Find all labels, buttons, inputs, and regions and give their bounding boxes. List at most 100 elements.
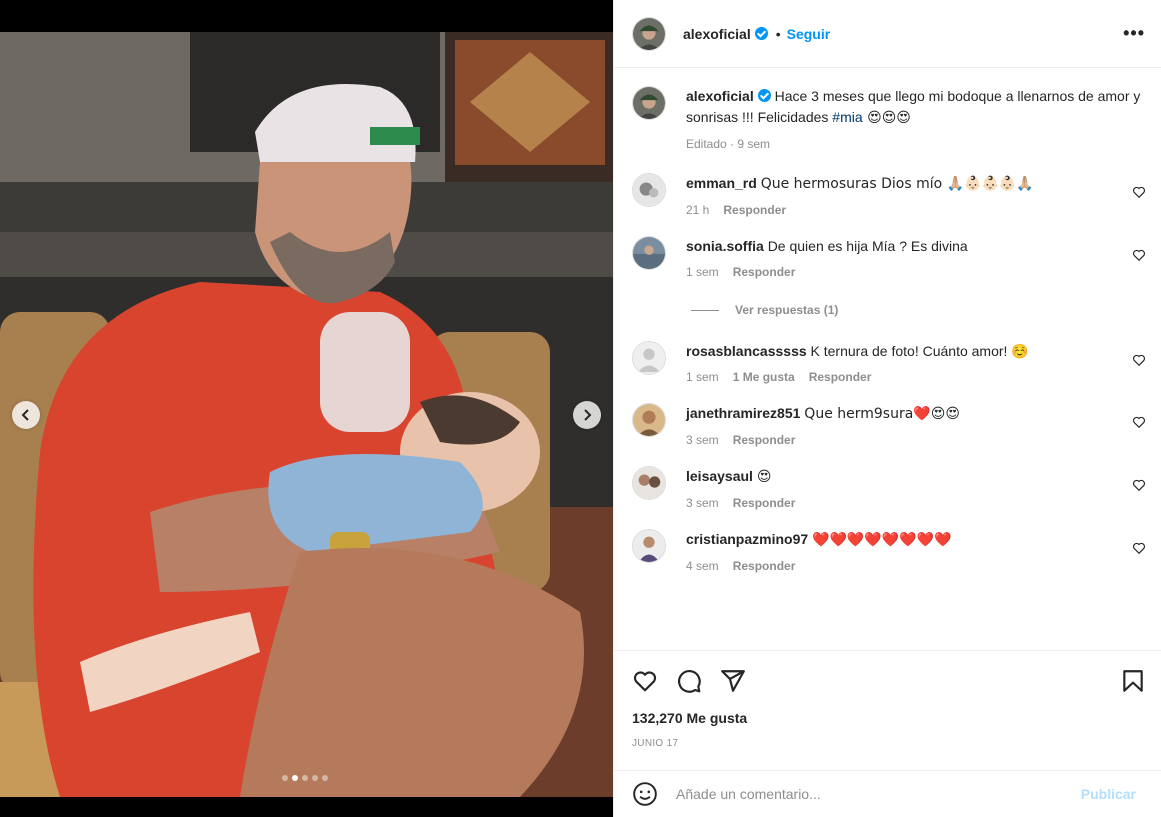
comment-username[interactable]: cristianpazmino97 bbox=[686, 531, 808, 547]
carousel-dot bbox=[312, 775, 318, 781]
photo-father-feeding-baby bbox=[0, 32, 613, 797]
comment-meta: 1 sem Responder bbox=[686, 265, 1116, 279]
carousel-next-button[interactable] bbox=[573, 401, 601, 429]
carousel-dot-active bbox=[292, 775, 298, 781]
send-icon[interactable] bbox=[720, 668, 746, 694]
comment-text: leisaysaul 😍 bbox=[686, 466, 1116, 488]
comment-row: emman_rd Que hermosuras Dios mío 🙏🏼👶🏻👶🏻👶… bbox=[632, 173, 1146, 217]
caption-emoji: 😍😍😍 bbox=[862, 110, 911, 126]
comment-username[interactable]: leisaysaul bbox=[686, 468, 753, 484]
caption-edited-time: Editado · 9 sem bbox=[686, 137, 771, 151]
view-replies-button[interactable]: Ver respuestas (1) bbox=[691, 303, 1146, 317]
carousel-prev-button[interactable] bbox=[12, 401, 40, 429]
reply-button[interactable]: Responder bbox=[733, 559, 796, 573]
comment-meta: 21 h Responder bbox=[686, 203, 1116, 217]
comment-time: 4 sem bbox=[686, 559, 719, 573]
comment-body: 😍 bbox=[756, 469, 772, 485]
comment-row: cristianpazmino97 ❤️❤️❤️❤️❤️❤️❤️❤️ 4 sem… bbox=[632, 529, 1146, 573]
comment-body: De quien es hija Mía ? Es divina bbox=[767, 238, 968, 254]
chevron-right-icon bbox=[584, 409, 592, 421]
smiley-icon[interactable] bbox=[632, 781, 658, 807]
more-options-button[interactable]: ••• bbox=[1123, 23, 1145, 44]
comment-body: Que herm9sura❤️😍😍 bbox=[804, 406, 960, 422]
publish-button[interactable]: Publicar bbox=[1081, 786, 1136, 802]
comment-username[interactable]: sonia.soffia bbox=[686, 238, 764, 254]
action-icons bbox=[632, 651, 1146, 711]
comment-like-heart-icon[interactable] bbox=[1132, 478, 1146, 492]
caption-username[interactable]: alexoficial bbox=[686, 88, 754, 104]
reply-button[interactable]: Responder bbox=[733, 433, 796, 447]
comment-meta: 1 sem 1 Me gusta Responder bbox=[686, 370, 1116, 384]
separator-bullet: • bbox=[775, 25, 781, 42]
comment-username[interactable]: janethramirez851 bbox=[686, 405, 800, 421]
heart-icon[interactable] bbox=[632, 668, 658, 694]
post-media bbox=[0, 0, 613, 817]
reply-button[interactable]: Responder bbox=[809, 370, 872, 384]
comment-time: 3 sem bbox=[686, 496, 719, 510]
post-date[interactable]: JUNIO 17 bbox=[632, 738, 1146, 749]
caption-text: alexoficial Hace 3 meses que llego mi bo… bbox=[686, 86, 1146, 129]
follow-button[interactable]: Seguir bbox=[787, 26, 831, 42]
comment-like-heart-icon[interactable] bbox=[1132, 415, 1146, 429]
comment-like-heart-icon[interactable] bbox=[1132, 541, 1146, 555]
commenter-avatar[interactable] bbox=[632, 341, 666, 375]
comment-like-heart-icon[interactable] bbox=[1132, 185, 1146, 199]
caption-meta: Editado · 9 sem bbox=[686, 137, 1146, 151]
likes-count[interactable]: 132,270 Me gusta bbox=[632, 710, 1146, 726]
commenter-avatar[interactable] bbox=[632, 529, 666, 563]
reply-button[interactable]: Responder bbox=[723, 203, 786, 217]
hashtag-link[interactable]: #mia bbox=[832, 109, 862, 125]
author-avatar[interactable] bbox=[632, 86, 666, 120]
verified-badge-icon bbox=[757, 89, 771, 102]
post-side-panel: alexoficial • Seguir ••• alexoficial Hac… bbox=[613, 0, 1161, 817]
comment-time: 1 sem bbox=[686, 370, 719, 384]
add-comment-bar: Publicar bbox=[614, 770, 1161, 817]
carousel-dot bbox=[322, 775, 328, 781]
carousel-dots bbox=[282, 775, 328, 781]
comment-row: sonia.soffia De quien es hija Mía ? Es d… bbox=[632, 236, 1146, 279]
comment-icon[interactable] bbox=[676, 668, 702, 694]
chevron-left-icon bbox=[21, 409, 29, 421]
post-header: alexoficial • Seguir ••• bbox=[614, 0, 1161, 68]
comment-meta: 3 sem Responder bbox=[686, 496, 1116, 510]
replies-line bbox=[691, 309, 719, 311]
commenter-avatar[interactable] bbox=[632, 466, 666, 500]
comment-text: emman_rd Que hermosuras Dios mío 🙏🏼👶🏻👶🏻👶… bbox=[686, 173, 1116, 195]
comment-text: sonia.soffia De quien es hija Mía ? Es d… bbox=[686, 236, 1116, 257]
comment-row: rosasblancasssss K ternura de foto! Cuán… bbox=[632, 341, 1146, 384]
comment-time: 21 h bbox=[686, 203, 710, 217]
commenter-avatar[interactable] bbox=[632, 403, 666, 437]
comment-like-heart-icon[interactable] bbox=[1132, 248, 1146, 262]
comment-row: janethramirez851 Que herm9sura❤️😍😍 3 sem… bbox=[632, 403, 1146, 447]
comment-username[interactable]: emman_rd bbox=[686, 175, 757, 191]
post-photo[interactable] bbox=[0, 32, 613, 797]
comment-body: ❤️❤️❤️❤️❤️❤️❤️❤️ bbox=[812, 532, 952, 548]
comment-time: 3 sem bbox=[686, 433, 719, 447]
comment-input[interactable] bbox=[676, 786, 1081, 802]
reply-button[interactable]: Responder bbox=[733, 265, 796, 279]
reply-button[interactable]: Responder bbox=[733, 496, 796, 510]
comment-meta: 3 sem Responder bbox=[686, 433, 1116, 447]
comment-username[interactable]: rosasblancasssss bbox=[686, 343, 807, 359]
verified-badge-icon bbox=[754, 27, 768, 40]
comment-meta: 4 sem Responder bbox=[686, 559, 1116, 573]
comments-list: alexoficial Hace 3 meses que llego mi bo… bbox=[614, 69, 1161, 650]
post-actions: 132,270 Me gusta JUNIO 17 bbox=[614, 650, 1161, 749]
comment-time: 1 sem bbox=[686, 265, 719, 279]
commenter-avatar[interactable] bbox=[632, 173, 666, 207]
comment-likes-count[interactable]: 1 Me gusta bbox=[733, 370, 795, 384]
comment-text: janethramirez851 Que herm9sura❤️😍😍 bbox=[686, 403, 1116, 425]
carousel-dot bbox=[282, 775, 288, 781]
post-viewer: alexoficial • Seguir ••• alexoficial Hac… bbox=[0, 0, 1161, 817]
caption-row: alexoficial Hace 3 meses que llego mi bo… bbox=[632, 86, 1146, 151]
bookmark-icon[interactable] bbox=[1120, 668, 1146, 694]
author-username[interactable]: alexoficial bbox=[683, 26, 751, 42]
comment-text: rosasblancasssss K ternura de foto! Cuán… bbox=[686, 341, 1116, 362]
view-replies-label: Ver respuestas (1) bbox=[735, 303, 839, 317]
carousel-dot bbox=[302, 775, 308, 781]
comment-like-heart-icon[interactable] bbox=[1132, 353, 1146, 367]
comment-row: leisaysaul 😍 3 sem Responder bbox=[632, 466, 1146, 510]
comment-text: cristianpazmino97 ❤️❤️❤️❤️❤️❤️❤️❤️ bbox=[686, 529, 1116, 551]
commenter-avatar[interactable] bbox=[632, 236, 666, 270]
author-avatar[interactable] bbox=[632, 16, 666, 51]
